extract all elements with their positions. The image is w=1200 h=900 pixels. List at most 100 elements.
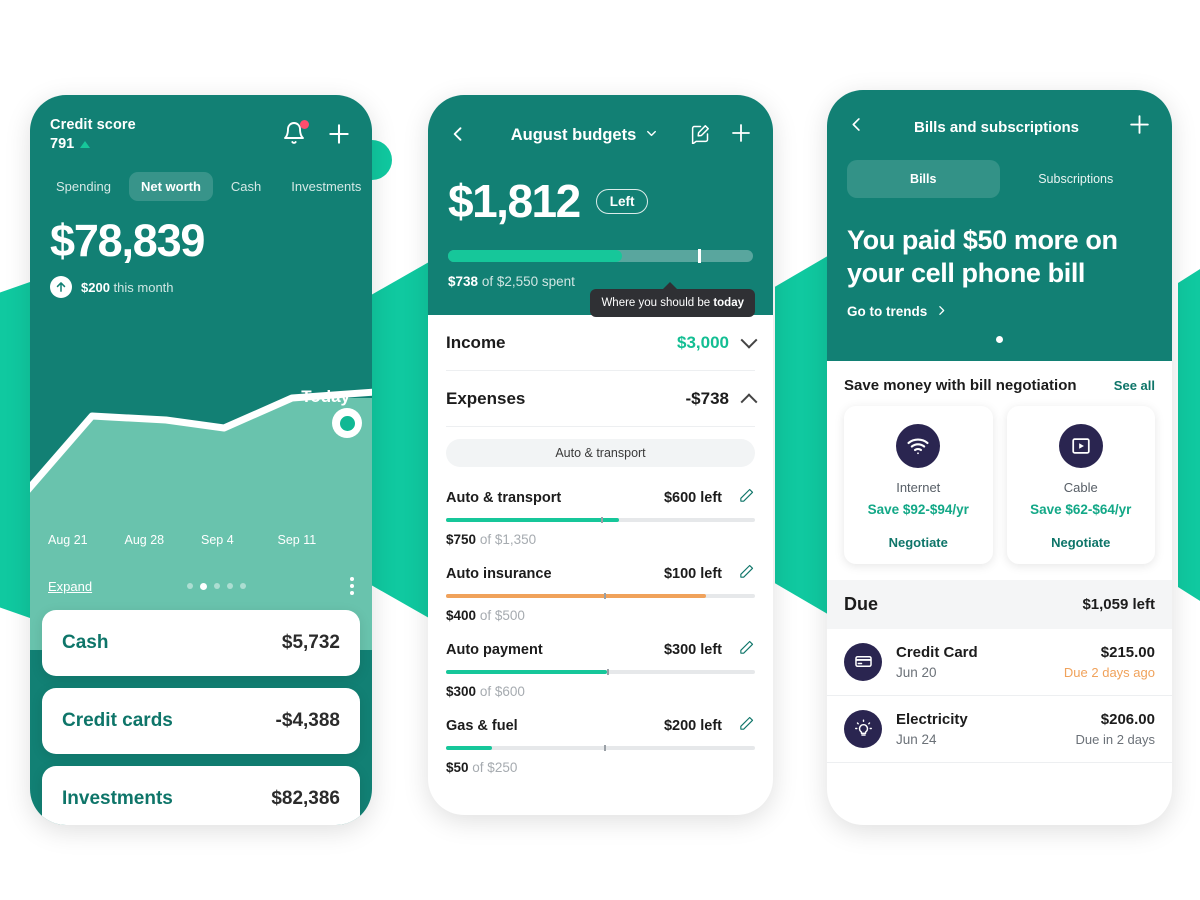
bill-date: Jun 20: [896, 664, 937, 680]
lightbulb-icon: [844, 709, 882, 748]
budget-item-name: Auto & transport: [446, 490, 562, 506]
bill-row-credit-card[interactable]: Credit Card Jun 20 $215.00 Due 2 days ag…: [827, 628, 1172, 696]
tab-net-worth[interactable]: Net worth: [128, 172, 213, 201]
account-value: $82,386: [271, 788, 340, 809]
due-left-amount: $1,059 left: [1082, 595, 1155, 613]
pencil-icon[interactable]: [738, 639, 755, 661]
credit-score-value: 791: [50, 136, 75, 152]
today-data-point[interactable]: [332, 408, 362, 438]
budgets-header: August budgets $1,812 Left $738 of $2,55…: [428, 95, 773, 317]
bar-fill: [446, 594, 706, 598]
budget-item-auto-insurance[interactable]: Auto insurance $100 left $400 of $500: [446, 547, 755, 623]
tab-investments[interactable]: Investments: [279, 172, 372, 201]
plus-icon[interactable]: [326, 121, 352, 147]
negotiation-card-internet[interactable]: Internet Save $92-$94/yr Negotiate: [844, 405, 993, 564]
negotiate-button[interactable]: Negotiate: [854, 535, 983, 550]
due-section-header: Due $1,059 left: [827, 579, 1172, 629]
today-annotation: Today: [301, 387, 350, 406]
trend-up-icon: [80, 140, 91, 148]
phone-bills: Bills and subscriptions Bills Subscripti…: [827, 90, 1172, 825]
today-tooltip: Where you should be today: [590, 282, 755, 317]
budgets-body: Income $3,000 Expenses -$738 Auto & tran…: [428, 315, 773, 775]
header-actions: [282, 120, 352, 147]
tooltip-text: Where you should be: [601, 297, 714, 309]
budget-spent-text: $738 of $2,550 spent: [448, 274, 753, 289]
background-accent-nub: [372, 140, 392, 180]
credit-score-block[interactable]: Credit score 791: [50, 117, 136, 152]
bill-amount: $206.00: [1100, 710, 1155, 728]
budgets-title-button[interactable]: August budgets: [480, 126, 690, 146]
summary-row-income[interactable]: Income $3,000: [446, 315, 758, 371]
plus-icon[interactable]: [729, 121, 753, 150]
budgets-title: August budgets: [510, 126, 637, 144]
budget-item-auto-payment[interactable]: Auto payment $300 left $300 of $600: [446, 623, 755, 699]
video-play-icon: [1058, 423, 1103, 468]
delta-text: $200 this month: [81, 280, 174, 295]
budget-spent-of: of $2,550 spent: [481, 274, 575, 289]
screenshot-stage: Credit score 791 Spending Net worth Cash…: [0, 0, 1200, 900]
bill-date: Jun 24: [896, 731, 937, 747]
bill-status: Due 2 days ago: [1063, 664, 1155, 680]
plus-icon[interactable]: [1127, 112, 1152, 142]
tab-bills[interactable]: Bills: [847, 160, 1000, 198]
account-name: Credit cards: [62, 710, 173, 731]
account-name: Investments: [62, 788, 173, 809]
budget-item-name: Gas & fuel: [446, 718, 518, 734]
net-worth-header: Credit score 791 Spending Net worth Cash…: [30, 95, 372, 298]
bills-insight-headline: You paid $50 more on your cell phone bil…: [847, 225, 1118, 288]
budget-item-spent: $50: [446, 760, 469, 775]
delta-period: this month: [113, 279, 174, 295]
bill-status: Due in 2 days: [1075, 731, 1156, 747]
account-name: Cash: [62, 632, 109, 653]
account-row-cash[interactable]: Cash $5,732: [42, 610, 360, 676]
bar-fill: [446, 746, 493, 750]
budget-item-gas-fuel[interactable]: Gas & fuel $200 left $50 of $250: [446, 699, 755, 775]
carousel-pager[interactable]: [82, 582, 350, 590]
summary-row-expenses[interactable]: Expenses -$738: [446, 371, 758, 427]
due-title: Due: [844, 593, 879, 614]
negotiation-card-name: Cable: [1063, 479, 1098, 495]
bill-row-electricity[interactable]: Electricity Jun 24 $206.00 Due in 2 days: [827, 695, 1172, 763]
message-edit-icon[interactable]: [690, 123, 711, 149]
budget-item-bar: [446, 745, 755, 751]
negotiation-card-name: Internet: [896, 479, 941, 495]
tab-spending[interactable]: Spending: [44, 172, 123, 201]
credit-card-icon: [844, 642, 882, 681]
pencil-icon[interactable]: [738, 563, 755, 585]
chevron-left-icon[interactable]: [448, 124, 470, 148]
negotiate-button[interactable]: Negotiate: [1017, 535, 1146, 550]
budget-progress-bar: [448, 249, 753, 263]
pencil-icon[interactable]: [738, 487, 755, 509]
budget-item-left: $300 left: [663, 642, 722, 658]
arrow-up-icon: [50, 276, 72, 298]
go-to-trends-label: Go to trends: [847, 304, 928, 320]
budget-item-left: $600 left: [663, 490, 722, 506]
bills-tabs: Bills Subscriptions: [847, 160, 1152, 198]
summary-label: Expenses: [446, 389, 526, 408]
budget-item-of: of $500: [479, 608, 525, 623]
budget-item-left: $100 left: [663, 566, 722, 582]
tab-cash[interactable]: Cash: [219, 172, 273, 201]
tab-subscriptions[interactable]: Subscriptions: [1000, 160, 1153, 198]
budget-item-auto-transport[interactable]: Auto & transport $600 left $750 of $1,35…: [446, 471, 755, 547]
budget-item-bar: [446, 593, 755, 599]
go-to-trends-link[interactable]: Go to trends: [847, 304, 1152, 320]
bar-marker: [603, 593, 606, 599]
account-row-investments[interactable]: Investments $82,386: [42, 766, 360, 825]
chevron-left-icon[interactable]: [847, 115, 866, 139]
budget-item-left: $200 left: [663, 718, 722, 734]
bell-icon[interactable]: [282, 120, 309, 147]
pencil-icon[interactable]: [738, 715, 755, 737]
account-row-credit-cards[interactable]: Credit cards -$4,388: [42, 688, 360, 754]
bar-marker: [606, 669, 609, 675]
overflow-menu-icon[interactable]: [350, 577, 354, 595]
credit-score-label: Credit score: [50, 117, 136, 133]
negotiation-card-cable[interactable]: Cable Save $62-$64/yr Negotiate: [1006, 405, 1155, 564]
net-worth-amount: $78,839: [50, 215, 205, 266]
insight-carousel-pager[interactable]: [847, 335, 1152, 343]
budget-left-amount: $1,812: [448, 175, 581, 227]
negotiation-cards: Internet Save $92-$94/yr Negotiate Cable: [844, 405, 1155, 564]
bar-fill: [446, 518, 620, 522]
see-all-link[interactable]: See all: [1114, 378, 1155, 393]
wifi-icon: [896, 423, 941, 468]
